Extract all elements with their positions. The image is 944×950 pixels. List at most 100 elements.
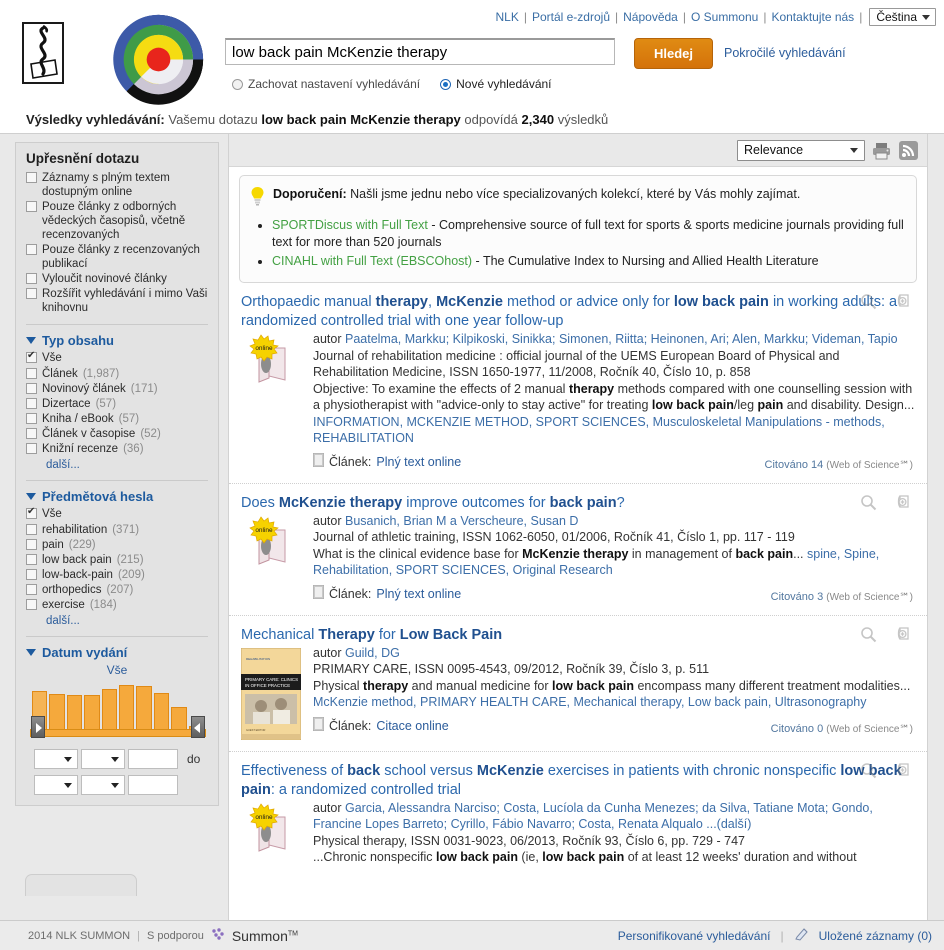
content-type-more-link[interactable]: další... xyxy=(46,459,80,471)
facet-section-subjects[interactable]: Předmětová hesla xyxy=(26,489,208,504)
checkbox-icon[interactable] xyxy=(26,569,37,580)
filter-expand-beyond-library[interactable]: Rozšířit vyhledávání i mimo Vaši knihovn… xyxy=(26,287,208,315)
facet-content-type-journal-article[interactable]: Článek v časopise (52) xyxy=(26,427,208,441)
checkbox-icon[interactable] xyxy=(26,244,37,255)
facet-subject-low-back-pain-hyphen[interactable]: low-back-pain (209) xyxy=(26,568,208,582)
histogram-bar[interactable] xyxy=(84,695,100,731)
facet-section-publication-date[interactable]: Datum vydání xyxy=(26,645,208,660)
result-fulltext-link[interactable]: Citace online xyxy=(376,718,448,735)
nav-link-nlk[interactable]: NLK xyxy=(495,10,518,24)
checkbox-icon[interactable] xyxy=(26,599,37,610)
date-from-month-select[interactable] xyxy=(34,749,78,769)
save-record-icon[interactable] xyxy=(895,494,913,514)
facet-content-type-all[interactable]: Vše xyxy=(26,350,208,365)
publication-date-histogram[interactable] xyxy=(26,681,210,743)
facet-subject-exercise[interactable]: exercise (184) xyxy=(26,598,208,612)
histogram-bar[interactable] xyxy=(153,693,170,731)
recommendation-link-cinahl[interactable]: CINAHL with Full Text (EBSCOhost) xyxy=(272,254,472,268)
date-to-month-select[interactable] xyxy=(34,775,78,795)
checkbox-icon[interactable] xyxy=(26,428,37,439)
radio-new-search-label: Nové vyhledávání xyxy=(456,77,552,91)
histogram-bar[interactable] xyxy=(136,686,152,731)
date-slider-handle-left[interactable] xyxy=(31,716,45,738)
facet-content-type-newspaper[interactable]: Novinový článek (171) xyxy=(26,382,208,396)
filter-label: Vyloučit novinové články xyxy=(42,273,167,285)
checkbox-icon[interactable] xyxy=(26,288,37,299)
checkbox-icon[interactable] xyxy=(26,443,37,454)
subjects-more-link[interactable]: další... xyxy=(46,615,80,627)
filter-exclude-newspaper[interactable]: Vyloučit novinové články xyxy=(26,272,208,286)
facet-content-type-article[interactable]: Článek (1,987) xyxy=(26,367,208,381)
save-record-icon[interactable] xyxy=(895,762,913,782)
result-authors: Guild, DG xyxy=(344,645,400,660)
preview-icon[interactable] xyxy=(860,626,877,646)
search-input[interactable] xyxy=(225,38,615,65)
checkbox-icon[interactable] xyxy=(26,201,37,212)
result-format-label: Článek: xyxy=(329,718,372,733)
preview-icon[interactable] xyxy=(860,762,877,782)
language-select[interactable]: Čeština xyxy=(869,8,936,26)
checkbox-icon[interactable] xyxy=(26,584,37,595)
checkbox-icon[interactable] xyxy=(26,172,37,183)
nav-link-portal[interactable]: Portál e-zdrojů xyxy=(532,10,610,24)
checkbox-icon[interactable] xyxy=(26,383,37,394)
facet-subject-rehabilitation[interactable]: rehabilitation (371) xyxy=(26,523,208,537)
histogram-bar[interactable] xyxy=(49,694,65,731)
search-button[interactable]: Hledej xyxy=(634,38,713,69)
rss-icon[interactable] xyxy=(898,140,919,161)
advanced-search-link[interactable]: Pokročilé vyhledávání xyxy=(724,46,846,60)
nav-link-contact[interactable]: Kontaktujte nás xyxy=(771,10,854,24)
histogram-bar[interactable] xyxy=(171,707,187,731)
facet-subject-orthopedics[interactable]: orthopedics (207) xyxy=(26,583,208,597)
radio-keep-settings[interactable]: Zachovat nastavení vyhledávání xyxy=(232,77,420,91)
filter-fulltext-online[interactable]: Záznamy s plným textem dostupným online xyxy=(26,171,208,199)
checkbox-icon[interactable] xyxy=(26,398,37,409)
checkbox-icon[interactable] xyxy=(26,554,37,565)
date-to-year-input[interactable] xyxy=(128,775,178,795)
facet-content-type-book-review[interactable]: Knižní recenze (36) xyxy=(26,442,208,456)
checkbox-icon[interactable] xyxy=(26,524,37,535)
histogram-bar[interactable] xyxy=(119,685,135,731)
result-fulltext-link[interactable]: Plný text online xyxy=(376,454,461,471)
checkbox-checked-icon[interactable] xyxy=(26,350,37,363)
nlk-logo[interactable] xyxy=(22,22,64,84)
preview-icon[interactable] xyxy=(860,494,877,514)
histogram-bar[interactable] xyxy=(66,695,83,731)
facet-count: (57) xyxy=(118,413,140,425)
facet-subject-low-back-pain[interactable]: low back pain (215) xyxy=(26,553,208,567)
preview-icon[interactable] xyxy=(860,293,877,313)
sort-select[interactable]: Relevance xyxy=(737,139,865,161)
result-title-link[interactable]: Mechanical Therapy for Low Back Pain xyxy=(241,627,592,643)
facet-section-content-type[interactable]: Typ obsahu xyxy=(26,333,208,348)
nav-link-help[interactable]: Nápověda xyxy=(623,10,678,24)
checkbox-icon[interactable] xyxy=(26,273,37,284)
checkbox-checked-icon[interactable] xyxy=(26,506,37,519)
save-record-icon[interactable] xyxy=(895,293,913,313)
saved-records-link[interactable]: Uložené záznamy (0) xyxy=(819,929,932,943)
result-title-link[interactable]: Does McKenzie therapy improve outcomes f… xyxy=(241,495,715,511)
checkbox-icon[interactable] xyxy=(26,368,37,379)
radio-new-search[interactable]: Nové vyhledávání xyxy=(440,77,552,91)
facet-subject-all[interactable]: Vše xyxy=(26,506,208,521)
filter-peer-reviewed[interactable]: Pouze články z recenzovaných publikací xyxy=(26,243,208,271)
date-from-year-input[interactable] xyxy=(128,749,178,769)
personalized-search-link[interactable]: Personifikované vyhledávání xyxy=(618,929,771,943)
histogram-bar[interactable] xyxy=(101,689,118,731)
printer-icon[interactable] xyxy=(871,140,892,161)
checkbox-icon[interactable] xyxy=(26,413,37,424)
result-fulltext-link[interactable]: Plný text online xyxy=(376,586,461,603)
facet-subject-pain[interactable]: pain (229) xyxy=(26,538,208,552)
date-slider-track[interactable] xyxy=(30,716,206,738)
result-title-link[interactable]: Orthopaedic manual therapy, McKenzie met… xyxy=(241,294,897,329)
date-from-day-select[interactable] xyxy=(81,749,125,769)
date-to-day-select[interactable] xyxy=(81,775,125,795)
save-record-icon[interactable] xyxy=(895,626,913,646)
checkbox-icon[interactable] xyxy=(26,539,37,550)
recommendation-link-sportdiscus[interactable]: SPORTDiscus with Full Text xyxy=(272,218,428,232)
result-title-link[interactable]: Effectiveness of back school versus McKe… xyxy=(241,763,902,798)
facet-content-type-book[interactable]: Kniha / eBook (57) xyxy=(26,412,208,426)
filter-scholarly-journals[interactable]: Pouze články z odborných vědeckých časop… xyxy=(26,200,208,242)
facet-content-type-dissertation[interactable]: Dizertace (57) xyxy=(26,397,208,411)
nav-link-about[interactable]: O Summonu xyxy=(691,10,758,24)
date-slider-handle-right[interactable] xyxy=(191,716,205,738)
